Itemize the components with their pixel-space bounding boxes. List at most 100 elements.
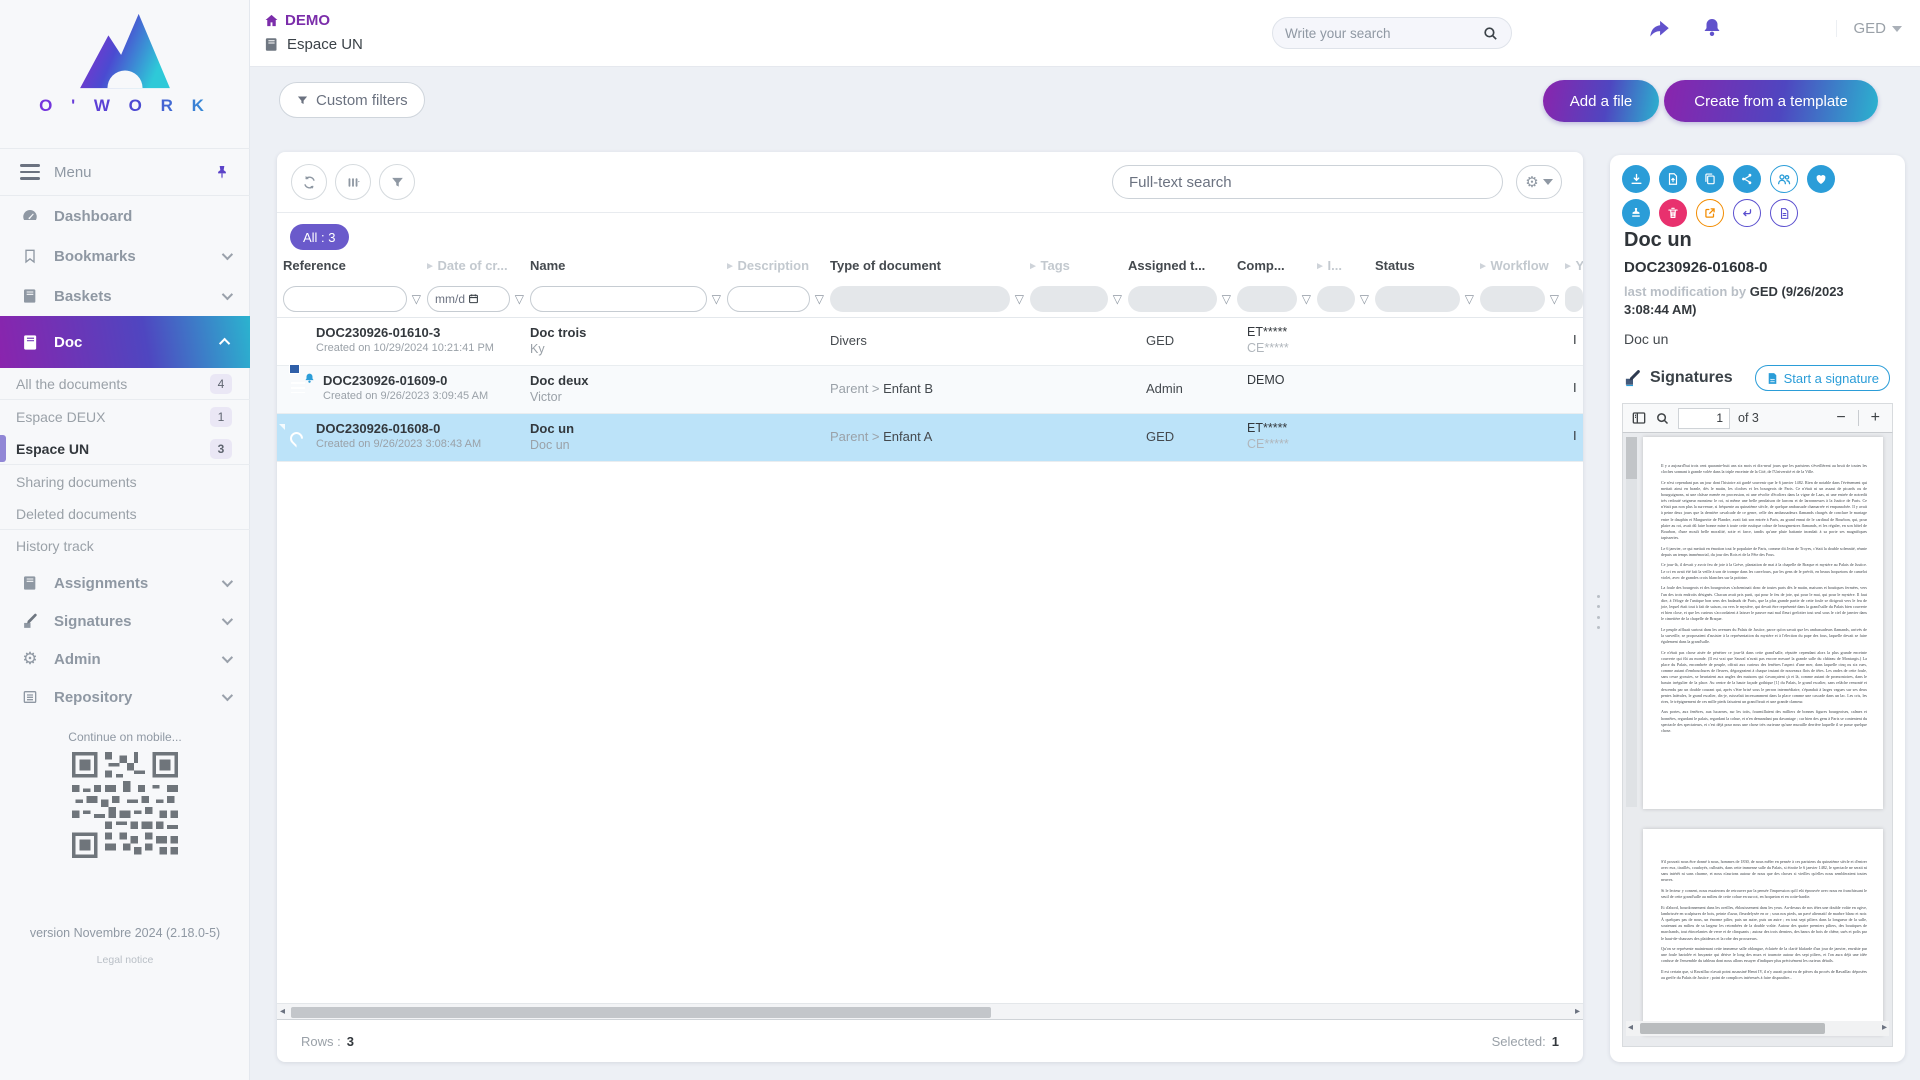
- filter-funnel-icon[interactable]: [1360, 292, 1369, 306]
- search-icon[interactable]: [1482, 25, 1499, 42]
- filter-description-input[interactable]: [727, 286, 810, 312]
- sidebar-item-assignments[interactable]: Assignments: [0, 564, 250, 602]
- add-file-button[interactable]: Add a file: [1543, 80, 1659, 122]
- fulltext-search-input[interactable]: [1129, 174, 1486, 191]
- scrollbar-thumb[interactable]: [1640, 1023, 1825, 1034]
- pdf-vertical-scrollbar[interactable]: [1626, 437, 1637, 807]
- sidebar-item-sharing-documents[interactable]: Sharing documents: [0, 466, 250, 498]
- legal-notice-link[interactable]: Legal notice: [0, 954, 250, 966]
- sidebar-item-espace-deux[interactable]: Espace DEUX 1: [0, 401, 250, 433]
- assign-users-button[interactable]: [1770, 165, 1798, 193]
- filter-funnel-icon[interactable]: [1465, 292, 1474, 306]
- filter-funnel-icon[interactable]: [412, 292, 421, 306]
- pdf-preview-area[interactable]: Il y a aujourd'hui trois cent quarante-h…: [1622, 433, 1893, 1047]
- pdf-horizontal-scrollbar[interactable]: ◂ ▸: [1626, 1021, 1889, 1036]
- refresh-button[interactable]: [291, 164, 327, 200]
- pdf-search-icon[interactable]: [1655, 411, 1670, 426]
- sidebar-item-admin[interactable]: ⚙ Admin: [0, 640, 250, 678]
- favorite-button[interactable]: [1807, 165, 1835, 193]
- scrollbar-thumb[interactable]: [1626, 437, 1637, 479]
- table-row-doc-deux[interactable]: DOC230926-01609-0 Created on 9/26/2023 3…: [277, 366, 1583, 414]
- column-header-type[interactable]: Type of document: [830, 250, 1030, 280]
- sidebar-item-dashboard[interactable]: Dashboard: [0, 196, 250, 236]
- hamburger-icon[interactable]: [20, 164, 40, 180]
- filter-company-select[interactable]: [1237, 286, 1297, 312]
- document-properties-button[interactable]: [1770, 199, 1798, 227]
- column-header-tags[interactable]: Tags: [1030, 250, 1128, 280]
- column-header-status[interactable]: Status: [1375, 250, 1480, 280]
- zoom-out-button[interactable]: −: [1832, 409, 1849, 427]
- sidebar-item-history-track[interactable]: History track: [0, 530, 250, 562]
- copy-button[interactable]: [1696, 165, 1724, 193]
- pin-icon[interactable]: [214, 164, 230, 180]
- download-button[interactable]: [1622, 165, 1650, 193]
- filter-funnel-icon[interactable]: [1113, 292, 1122, 306]
- sidebar-item-espace-un[interactable]: Espace UN 3: [0, 433, 250, 465]
- scroll-left-arrow[interactable]: ◂: [280, 1006, 285, 1017]
- filter-date-input[interactable]: mm/d: [427, 286, 510, 312]
- filter-type-select[interactable]: [830, 286, 1010, 312]
- filter-assigned-select[interactable]: [1128, 286, 1217, 312]
- share-button[interactable]: [1733, 165, 1761, 193]
- sidebar-item-repository[interactable]: Repository: [0, 678, 250, 716]
- columns-button[interactable]: [335, 164, 371, 200]
- panel-resize-handle[interactable]: [1594, 595, 1602, 629]
- sidebar-item-baskets[interactable]: Baskets: [0, 276, 250, 316]
- custom-filters-button[interactable]: Custom filters: [279, 82, 425, 118]
- pdf-page-input[interactable]: [1678, 408, 1730, 429]
- filter-workflow-select[interactable]: [1480, 286, 1545, 312]
- table-settings-button[interactable]: [1516, 165, 1562, 199]
- sidebar-item-all-documents[interactable]: All the documents 4: [0, 368, 250, 400]
- filter-funnel-icon[interactable]: [1302, 292, 1311, 306]
- sidebar-item-signatures[interactable]: Signatures: [0, 602, 250, 640]
- filter-funnel-icon[interactable]: [1222, 292, 1231, 306]
- stamp-button[interactable]: [1622, 199, 1650, 227]
- column-header-company[interactable]: Comp...: [1237, 250, 1317, 280]
- sidebar-item-label: Admin: [54, 651, 101, 668]
- user-menu[interactable]: GED: [1836, 20, 1902, 37]
- filter-funnel-icon[interactable]: [712, 292, 721, 306]
- column-header-description[interactable]: Description: [727, 250, 830, 280]
- share-icon[interactable]: [1646, 16, 1672, 42]
- column-header-i[interactable]: I...: [1317, 250, 1375, 280]
- filter-i-select[interactable]: [1317, 286, 1355, 312]
- pdf-sidebar-toggle-icon[interactable]: [1631, 410, 1647, 426]
- return-button[interactable]: [1733, 199, 1761, 227]
- filter-funnel-icon[interactable]: [815, 292, 824, 306]
- column-header-y[interactable]: Y...: [1565, 250, 1583, 280]
- create-from-template-button[interactable]: Create from a template: [1664, 80, 1878, 122]
- delete-button[interactable]: [1659, 199, 1687, 227]
- breadcrumb-home[interactable]: DEMO: [264, 12, 330, 29]
- scrollbar-thumb[interactable]: [291, 1007, 991, 1018]
- sidebar-item-deleted-documents[interactable]: Deleted documents: [0, 498, 250, 530]
- filter-chip-all[interactable]: All : 3: [290, 224, 349, 250]
- column-header-reference[interactable]: Reference: [283, 250, 427, 280]
- scroll-left-arrow[interactable]: ◂: [1628, 1022, 1633, 1033]
- scroll-right-arrow[interactable]: ▸: [1882, 1022, 1887, 1033]
- column-header-assigned[interactable]: Assigned t...: [1128, 250, 1237, 280]
- column-header-name[interactable]: Name: [530, 250, 727, 280]
- global-search-input[interactable]: [1285, 26, 1482, 41]
- column-header-date[interactable]: Date of cr...: [427, 250, 530, 280]
- scroll-right-arrow[interactable]: ▸: [1575, 1006, 1580, 1017]
- external-link-button[interactable]: [1696, 199, 1724, 227]
- sidebar-item-bookmarks[interactable]: Bookmarks: [0, 236, 250, 276]
- filter-funnel-icon[interactable]: [1015, 292, 1024, 306]
- sidebar-item-doc[interactable]: Doc: [0, 316, 250, 368]
- zoom-in-button[interactable]: +: [1867, 409, 1884, 427]
- filter-funnel-icon[interactable]: [1550, 292, 1559, 306]
- notifications-bell-icon[interactable]: [1700, 16, 1724, 40]
- filter-name-input[interactable]: [530, 286, 707, 312]
- filter-reference-input[interactable]: [283, 286, 407, 312]
- table-row-doc-un-selected[interactable]: DOC230926-01608-0 Created on 9/26/2023 3…: [277, 414, 1583, 462]
- column-header-workflow[interactable]: Workflow: [1480, 250, 1565, 280]
- table-row-doc-trois[interactable]: DOC230926-01610-3 Created on 10/29/2024 …: [277, 318, 1583, 366]
- filter-y-select[interactable]: [1565, 286, 1583, 312]
- filter-button[interactable]: [379, 164, 415, 200]
- table-horizontal-scrollbar[interactable]: ◂ ▸: [277, 1003, 1583, 1020]
- filter-status-select[interactable]: [1375, 286, 1460, 312]
- filter-funnel-icon[interactable]: [515, 292, 524, 306]
- start-signature-button[interactable]: Start a signature: [1755, 365, 1890, 391]
- new-version-button[interactable]: [1659, 165, 1687, 193]
- filter-tags-select[interactable]: [1030, 286, 1108, 312]
